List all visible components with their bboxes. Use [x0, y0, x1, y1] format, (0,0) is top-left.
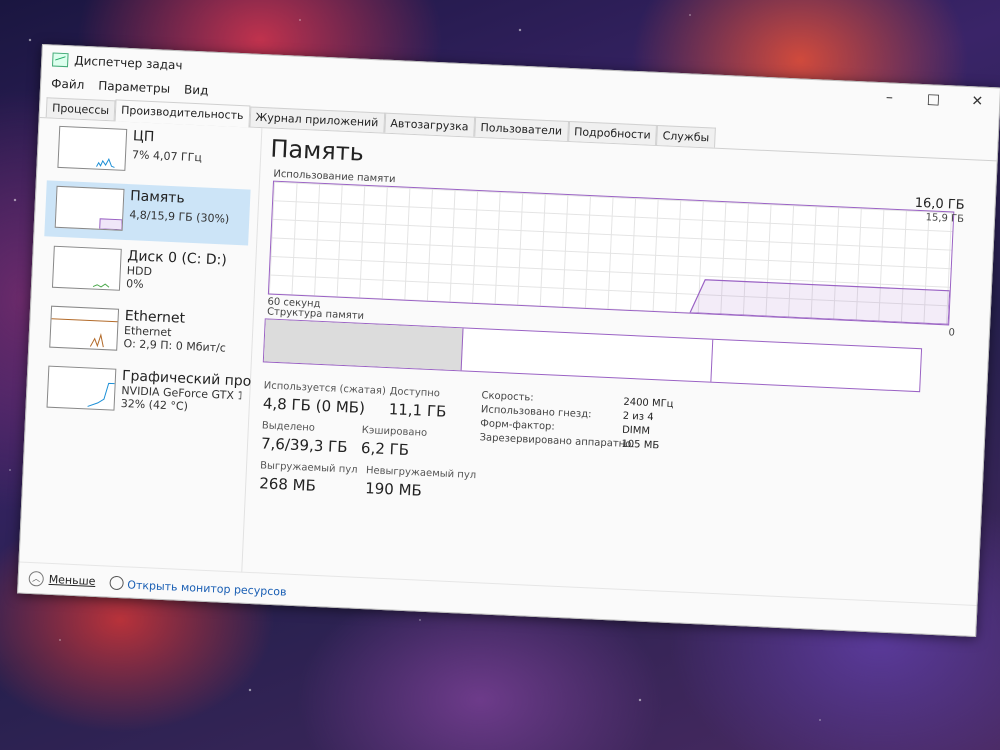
- tab-services[interactable]: Службы: [656, 124, 716, 148]
- sidebar-item-detail-2: О: 2,9 П: 0 Мбит/с: [123, 337, 227, 355]
- sidebar-item-gpu[interactable]: Графический про NVIDIA GeForce GTX 105 3…: [36, 360, 252, 425]
- spec-reserved-value: 105 МБ: [621, 438, 660, 452]
- spec-speed-label: Скорость:: [481, 390, 534, 404]
- performance-sidebar: ЦП 7% 4,07 ГГц Память 4,8/15,9 ГБ (30%) …: [19, 117, 263, 573]
- cached-label: Кэшировано: [361, 424, 428, 439]
- minimize-button[interactable]: –: [867, 89, 912, 107]
- memory-usage-line: [689, 279, 951, 326]
- gpu-thumbnail-graph: [46, 365, 117, 411]
- sidebar-item-title: Память: [129, 188, 185, 207]
- window-title: Диспетчер задач: [73, 53, 183, 73]
- committed-label: Выделено: [261, 420, 316, 434]
- sidebar-item-cpu[interactable]: ЦП 7% 4,07 ГГц: [47, 120, 253, 185]
- spec-slots-value: 2 из 4: [622, 410, 654, 424]
- spec-slots-label: Использовано гнезд:: [480, 404, 592, 421]
- available-value: 11,1 ГБ: [388, 400, 447, 421]
- graph-zero-label: 0: [948, 327, 956, 339]
- task-manager-window: Диспетчер задач – □ ✕ Файл Параметры Вид…: [17, 44, 1000, 637]
- composition-in-use: [263, 319, 464, 371]
- resource-monitor-icon: [109, 575, 124, 590]
- resource-monitor-label: Открыть монитор ресурсов: [127, 577, 287, 599]
- in-use-value: 4,8 ГБ (0 МБ): [262, 394, 366, 418]
- memory-usage-graph: [267, 180, 955, 326]
- tab-details[interactable]: Подробности: [567, 120, 658, 145]
- memory-usage-area: [689, 279, 951, 326]
- ethernet-thumbnail-graph: [49, 305, 120, 351]
- sidebar-item-detail-2: 0%: [125, 277, 144, 291]
- open-resource-monitor-link[interactable]: Открыть монитор ресурсов: [109, 573, 287, 598]
- cached-value: 6,2 ГБ: [360, 438, 410, 460]
- menu-options[interactable]: Параметры: [98, 79, 170, 96]
- cpu-thumbnail-graph: [57, 125, 128, 171]
- chevron-up-icon[interactable]: ︿: [28, 570, 45, 587]
- memory-thumbnail-graph: [54, 185, 125, 231]
- sidebar-item-detail: 4,8/15,9 ГБ (30%): [129, 208, 230, 226]
- sidebar-item-title: ЦП: [132, 128, 155, 146]
- memory-composition-bar: [262, 318, 923, 393]
- tab-processes[interactable]: Процессы: [45, 97, 116, 121]
- disk-thumbnail-graph: [51, 245, 122, 291]
- tab-users[interactable]: Пользователи: [474, 116, 569, 141]
- spec-reserved-label: Зарезервировано аппаратно:: [479, 432, 635, 451]
- sidebar-item-detail: 7% 4,07 ГГц: [131, 148, 203, 165]
- sidebar-item-detail: HDD: [126, 264, 153, 279]
- fewer-details-button[interactable]: Меньше: [48, 572, 95, 587]
- available-label: Доступно: [389, 386, 441, 400]
- menu-file[interactable]: Файл: [51, 76, 85, 91]
- paged-pool-label: Выгружаемый пул: [259, 460, 358, 476]
- sidebar-item-ethernet[interactable]: Ethernet Ethernet О: 2,9 П: 0 Мбит/с: [39, 300, 245, 365]
- close-button[interactable]: ✕: [955, 92, 1000, 110]
- tab-startup[interactable]: Автозагрузка: [383, 112, 475, 137]
- task-manager-icon: [51, 52, 69, 68]
- menu-view[interactable]: Вид: [184, 83, 209, 98]
- maximize-button[interactable]: □: [911, 91, 956, 109]
- sidebar-item-memory[interactable]: Память 4,8/15,9 ГБ (30%): [44, 180, 251, 246]
- composition-free: [711, 340, 921, 391]
- spec-form-factor-label: Форм-фактор:: [479, 418, 556, 433]
- paged-pool-value: 268 МБ: [258, 474, 317, 495]
- sidebar-item-detail-2: 32% (42 °C): [120, 396, 189, 413]
- nonpaged-pool-label: Невыгружаемый пул: [365, 465, 477, 482]
- composition-standby: [461, 328, 714, 382]
- spec-form-factor-value: DIMM: [621, 424, 651, 437]
- spec-speed-value: 2400 МГц: [623, 396, 674, 411]
- nonpaged-pool-value: 190 МБ: [364, 479, 423, 500]
- memory-detail-panel: Память Использование памяти 16,0 ГБ 15,9…: [251, 128, 986, 605]
- sidebar-item-disk[interactable]: Диск 0 (C: D:) HDD 0%: [42, 240, 248, 305]
- committed-value: 7,6/39,3 ГБ: [260, 434, 348, 457]
- page-title: Память: [269, 134, 365, 167]
- graph-max-label: 15,9 ГБ: [925, 212, 965, 225]
